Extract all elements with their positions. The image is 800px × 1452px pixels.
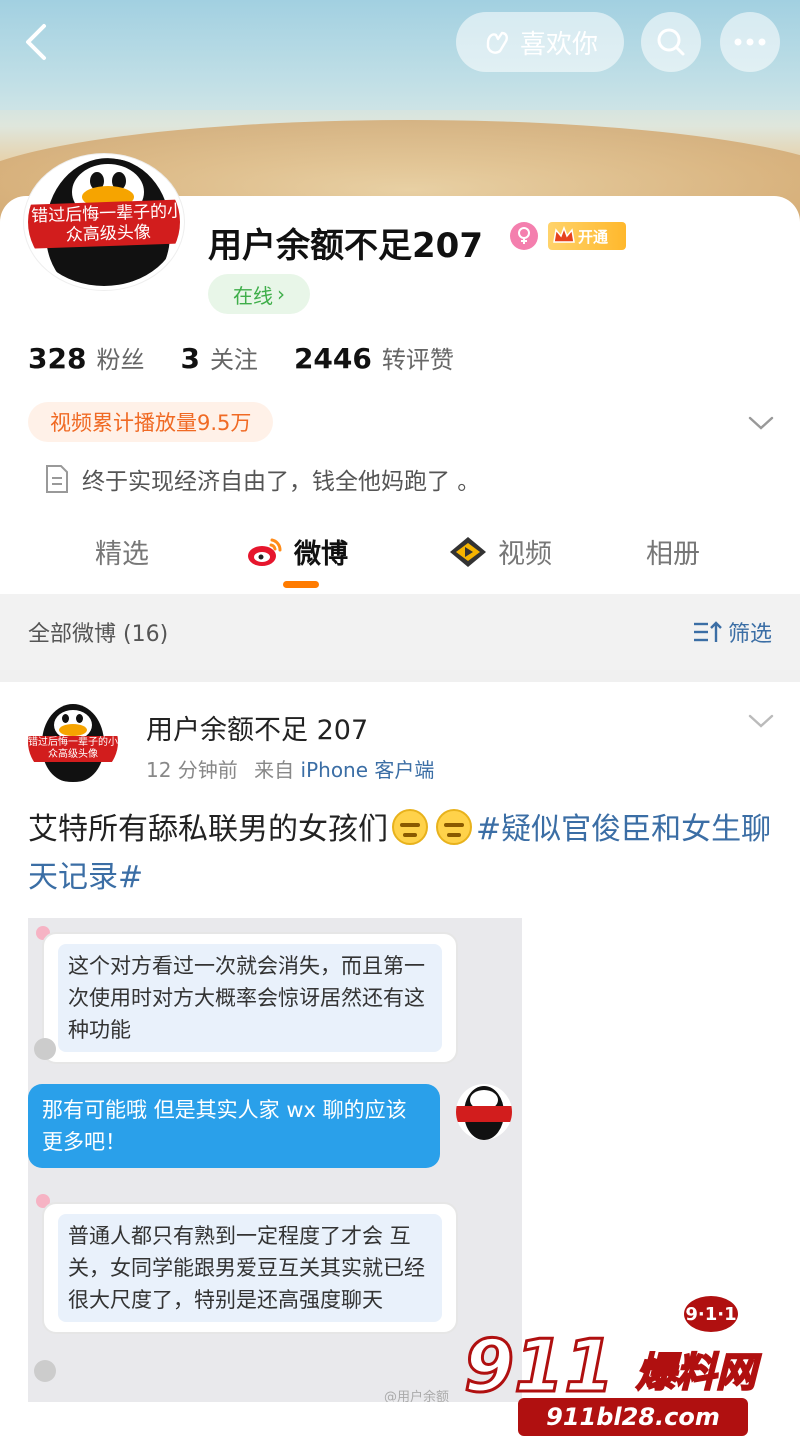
filter-label: 筛选 [727,622,772,647]
stat-label: 转评赞 [381,346,454,374]
profile-name: 用户余额不足207 [208,226,483,266]
stat-label: 关注 [209,346,258,374]
smirk-emoji-icon [392,809,428,845]
stat-label: 粉丝 [96,346,145,374]
stat-following[interactable]: 3 关注 [180,340,257,375]
watermark-badge: 9·1·1 [682,1294,740,1334]
profile-tabs: 精选 微博 视频 相册 [0,518,800,594]
search-button[interactable] [641,12,701,72]
stat-num: 3 [180,342,200,375]
stat-num: 2446 [293,342,372,375]
tab-label: 精选 [95,539,149,570]
chevron-right-icon: › [277,282,285,306]
post-time: 12 分钟前 [146,758,238,782]
stat-num: 328 [28,342,87,375]
like-label: 喜欢你 [519,29,598,60]
site-watermark: 9·1·1 911 爆料网 911bl28.com [456,1294,796,1444]
vip-open-button[interactable]: 开通 [548,222,626,250]
tab-video[interactable]: 视频 [448,532,552,571]
profile-bio: 终于实现经济自由了，钱全他妈跑了 。 [44,462,480,496]
gender-badge [510,222,538,250]
post-avatar[interactable]: 错过后悔一辈子的小众高级头像 [28,702,118,782]
female-icon [518,227,530,244]
watermark-911: 911 [462,1323,615,1410]
tab-label: 微博 [294,539,348,570]
chat-bubble-incoming: 普通人都只有熟到一定程度了才会 互关，女同学能跟男爱豆互关其实就已经很大尺度了，… [42,1202,458,1334]
chat-text: 普通人都只有熟到一定程度了才会 互关，女同学能跟男爱豆互关其实就已经很大尺度了，… [58,1214,442,1322]
stat-interactions[interactable]: 2446 转评赞 [294,340,454,375]
tab-indicator [283,581,319,588]
post-author[interactable]: 用户余额不足 207 [146,708,368,747]
stat-followers[interactable]: 328 粉丝 [28,340,144,375]
tab-weibo[interactable]: 微博 [246,532,348,571]
chat-text: 这个对方看过一次就会消失，而且第一次使用时对方大概率会惊讶居然还有这种功能 [58,944,442,1052]
avatar-band-text: 错过后悔一辈子的小众高级头像 [28,736,118,762]
post-meta: 12 分钟前 来自 iPhone 客户端 [146,754,434,783]
profile-avatar[interactable]: 错过后悔一辈子的小众高级头像 [24,154,184,290]
post-source-prefix: 来自 [254,758,295,782]
filter-icon [693,621,722,642]
weibo-icon [248,538,282,566]
document-icon [46,465,68,493]
chevron-down-icon[interactable] [746,710,776,734]
video-play-count-tag[interactable]: 视频累计播放量9.5万 [28,402,274,442]
post-text: 艾特所有舔私联男的女孩们 #疑似官俊臣和女生聊天记录# [28,806,772,902]
more-dots-icon [734,38,766,46]
hand-heart-icon [486,31,508,54]
crown-icon [553,225,575,243]
online-status[interactable]: 在线 › [208,274,310,314]
all-weibo-count: 全部微博 (16) [28,622,169,647]
tab-label: 相册 [646,539,700,570]
chat-watermark: @用户余额 [384,1390,450,1402]
like-button[interactable]: 喜欢你 [456,12,624,72]
profile-stats: 328 粉丝 3 关注 2446 转评赞 [28,340,454,375]
post-text-main: 艾特所有舔私联男的女孩们 [28,812,388,847]
chat-bubble-incoming: 这个对方看过一次就会消失，而且第一次使用时对方大概率会惊讶居然还有这种功能 [42,932,458,1064]
bio-text: 终于实现经济自由了，钱全他妈跑了 。 [82,469,481,495]
chevron-down-icon[interactable] [746,408,776,438]
chat-screenshot-image[interactable]: 这个对方看过一次就会消失，而且第一次使用时对方大概率会惊讶居然还有这种功能 那有… [28,918,522,1402]
smirk-emoji-icon [436,809,472,845]
cat-avatar-icon [34,1360,56,1382]
chat-bubble-outgoing: 那有可能哦 但是其实人家 wx 聊的应该更多吧！ [28,1084,440,1168]
avatar-band [456,1106,512,1122]
watermark-text: 爆料网 [635,1349,757,1397]
more-button[interactable] [720,12,780,72]
cat-avatar-icon [34,1038,56,1060]
chat-my-avatar [456,1084,512,1140]
vip-label: 开通 [578,227,609,246]
filter-button[interactable]: 筛选 [692,616,772,648]
search-icon [657,28,685,56]
tab-album[interactable]: 相册 [646,532,700,571]
video-icon [450,536,486,567]
post-source[interactable]: iPhone 客户端 [301,758,435,782]
chevron-left-icon [26,24,46,60]
online-label: 在线 [233,283,273,308]
penguin-eye [76,714,83,723]
penguin-eye [62,714,69,723]
tab-featured[interactable]: 精选 [95,532,149,571]
avatar-band-text: 错过后悔一辈子的小众高级头像 [28,199,180,249]
watermark-url: 911bl28.com [518,1398,748,1436]
tab-label: 视频 [498,539,552,570]
avatar-image: 错过后悔一辈子的小众高级头像 [24,154,184,290]
penguin-beak [59,724,87,736]
filter-bar: 全部微博 (16) 筛选 [0,594,800,670]
back-button[interactable] [18,22,58,62]
avatar-image: 错过后悔一辈子的小众高级头像 [28,702,118,782]
